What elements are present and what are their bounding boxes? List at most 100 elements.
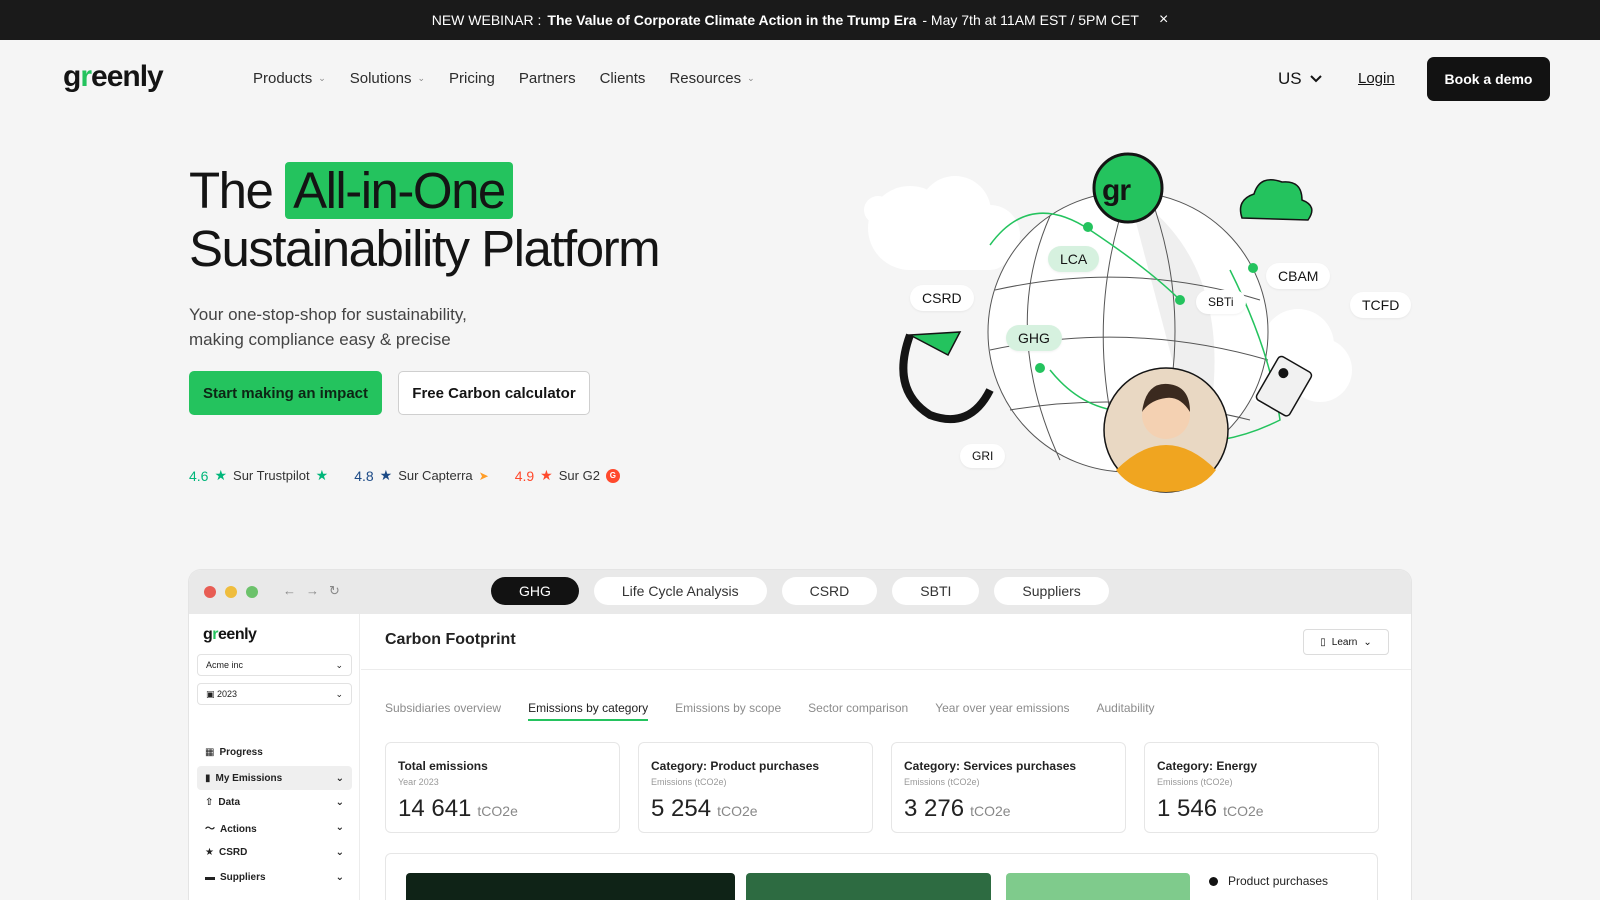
greenly-badge: gr (1102, 174, 1131, 207)
menu-item-solutions[interactable]: Solutions ⌄ (350, 70, 425, 87)
announcement-prefix: NEW WEBINAR : (431, 12, 542, 28)
sidebar-item-csrd[interactable]: ★ CSRD ⌄ (197, 840, 352, 864)
book-demo-button[interactable]: Book a demo (1427, 57, 1550, 101)
subtab-year-over-year[interactable]: Year over year emissions (935, 701, 1069, 721)
announcement-suffix: - May 7th at 11AM EST / 5PM CET (922, 12, 1139, 28)
sidebar-item-suppliers[interactable]: ▬ Suppliers ⌄ (197, 865, 352, 889)
rating-trustpilot[interactable]: 4.6 ★ Sur Trustpilot ★ (189, 467, 328, 484)
menu-item-resources[interactable]: Resources ⌄ (669, 70, 754, 87)
forward-arrow-icon[interactable]: → (306, 583, 319, 599)
carbon-calculator-button[interactable]: Free Carbon calculator (398, 371, 590, 415)
announcement-bar: NEW WEBINAR : The Value of Corporate Cli… (0, 0, 1600, 40)
kpi-card-total: Total emissions Year 2023 14 641 tCO2e (385, 742, 620, 833)
app-sidebar: greenly Acme inc ⌄ ▣ 2023 ⌄ ▦ Progress ▮ My … (189, 614, 360, 900)
calendar-icon: ▣ (206, 688, 215, 699)
top-nav: greenly Products ⌄ Solutions ⌄ Pricing Par… (0, 40, 1600, 120)
subtab-sector-comparison[interactable]: Sector comparison (808, 701, 908, 721)
app-logo: greenly (203, 626, 257, 643)
tag-sbti: SBTi (1196, 290, 1246, 314)
app-preview: ← → ↻ GHG Life Cycle Analysis CSRD SBTI … (189, 570, 1411, 900)
kpi-card-services-purchases: Category: Services purchases Emissions (… (891, 742, 1126, 833)
ratings: 4.6 ★ Sur Trustpilot ★ 4.8 ★ Sur Capterr… (189, 467, 620, 484)
learn-button[interactable]: ▯ Learn ⌄ (1303, 629, 1389, 655)
legend-dot (1209, 876, 1218, 886)
tab-csrd[interactable]: CSRD (781, 577, 878, 605)
tag-ghg: GHG (1006, 325, 1062, 351)
product-tabs: GHG Life Cycle Analysis CSRD SBTI Suppli… (491, 577, 1109, 605)
g2-icon: G (605, 468, 620, 483)
company-select[interactable]: Acme inc ⌄ (197, 654, 352, 676)
sidebar-item-data[interactable]: ⇧ Data ⌄ (197, 790, 352, 814)
subtab-auditability[interactable]: Auditability (1097, 701, 1155, 721)
sidebar-item-actions[interactable]: 〜 Actions ⌄ (197, 815, 352, 839)
globe-illustration: gr LCA SBTi CBAM TCFD CSRD GHG GRI (850, 150, 1412, 500)
trend-icon: 〜 (205, 823, 215, 835)
subtab-emissions-by-category[interactable]: Emissions by category (528, 701, 649, 721)
subtab-subsidiaries[interactable]: Subsidiaries overview (385, 701, 501, 721)
tag-lca: LCA (1048, 246, 1100, 272)
tab-sbti[interactable]: SBTI (892, 577, 980, 605)
login-link[interactable]: Login (1358, 70, 1395, 87)
chevron-down-icon: ⌄ (335, 846, 344, 858)
kpi-card-product-purchases: Category: Product purchases Emissions (t… (638, 742, 873, 833)
tag-tcfd: TCFD (1350, 292, 1412, 318)
main-menu: Products ⌄ Solutions ⌄ Pricing Partners Cl… (253, 70, 755, 87)
menu-item-products[interactable]: Products ⌄ (253, 70, 326, 87)
chevron-down-icon: ⌄ (747, 73, 755, 83)
chart-legend: Product purchases (1209, 874, 1328, 888)
window-maximize-dot (246, 586, 258, 598)
chevron-down-icon: ⌄ (335, 772, 344, 784)
emission-subtabs: Subsidiaries overview Emissions by categ… (385, 701, 1155, 721)
rating-capterra[interactable]: 4.8 ★ Sur Capterra ➤ (354, 467, 489, 484)
emissions-chart-card: Product purchases (385, 853, 1378, 900)
chevron-down-icon: ⌄ (335, 871, 344, 883)
star-icon: ★ (205, 846, 214, 858)
close-icon[interactable]: × (1159, 11, 1168, 29)
menu-item-pricing[interactable]: Pricing (449, 70, 495, 87)
book-icon: ▯ (1320, 636, 1326, 648)
chevron-down-icon: ⌄ (1363, 636, 1372, 648)
refresh-icon[interactable]: ↻ (329, 583, 340, 599)
treemap-block-services[interactable] (746, 873, 991, 900)
start-impact-button[interactable]: Start making an impact (189, 371, 382, 415)
chevron-down-icon: ⌄ (335, 821, 344, 833)
chevron-down-icon: ⌄ (335, 688, 343, 699)
folder-icon: ▬ (205, 871, 215, 883)
grid-icon: ▦ (205, 746, 215, 758)
tab-suppliers[interactable]: Suppliers (994, 577, 1109, 605)
hero-subtitle: Your one-stop-shop for sustainability, m… (189, 305, 467, 349)
treemap-block-energy[interactable] (1006, 873, 1190, 900)
tag-csrd: CSRD (910, 285, 974, 311)
back-arrow-icon[interactable]: ← (283, 583, 296, 599)
menu-item-clients[interactable]: Clients (600, 70, 646, 87)
sidebar-item-my-emissions[interactable]: ▮ My Emissions ⌄ (197, 766, 352, 790)
tab-ghg[interactable]: GHG (491, 577, 579, 605)
subtab-emissions-by-scope[interactable]: Emissions by scope (675, 701, 781, 721)
tab-life-cycle-analysis[interactable]: Life Cycle Analysis (593, 577, 767, 605)
page-title: Carbon Footprint (385, 631, 516, 648)
capterra-icon: ➤ (478, 468, 489, 483)
greenly-logo[interactable]: greenly (63, 60, 164, 94)
tag-gri: GRI (960, 444, 1006, 468)
treemap-block-product[interactable] (406, 873, 735, 900)
bar-chart-icon: ▮ (205, 772, 211, 784)
trustpilot-icon: ★ (315, 467, 329, 483)
announcement-title[interactable]: The Value of Corporate Climate Action in… (547, 12, 916, 28)
window-close-dot (204, 586, 216, 598)
sidebar-item-progress[interactable]: ▦ Progress (197, 740, 352, 764)
chevron-down-icon: ⌄ (417, 73, 426, 83)
chevron-down-icon (1309, 75, 1322, 83)
chevron-down-icon: ⌄ (318, 73, 326, 83)
star-icon: ★ (379, 467, 393, 483)
chevron-down-icon: ⌄ (335, 659, 343, 670)
chevron-down-icon: ⌄ (335, 796, 344, 808)
window-minimize-dot (225, 586, 237, 598)
hero-title: The All-in-One Sustainability Platform (189, 162, 661, 277)
main-header: Carbon Footprint ▯ Learn ⌄ (361, 614, 1411, 670)
year-select[interactable]: ▣ 2023 ⌄ (197, 683, 352, 705)
language-selector[interactable]: US (1278, 69, 1322, 89)
rating-g2[interactable]: 4.9 ★ Sur G2 G (515, 467, 620, 484)
kpi-card-energy: Category: Energy Emissions (tCO2e) 1 546… (1144, 742, 1379, 833)
tag-cbam: CBAM (1266, 263, 1331, 289)
menu-item-partners[interactable]: Partners (519, 70, 576, 87)
